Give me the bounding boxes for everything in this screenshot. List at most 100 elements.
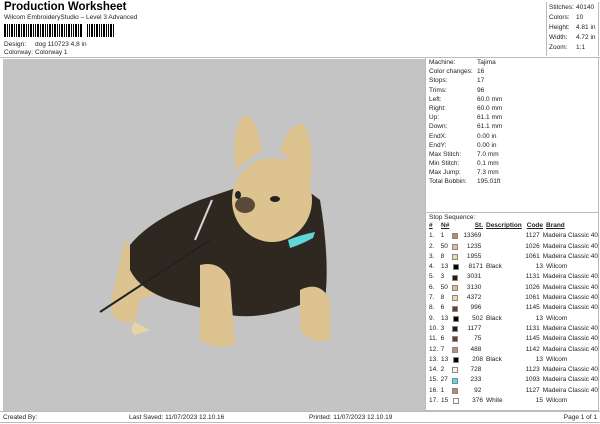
row-index: 5. xyxy=(429,273,435,281)
barcode-bar xyxy=(47,24,48,37)
thread-brand: Madeira Classic 40 xyxy=(542,335,598,343)
color-swatch xyxy=(452,346,459,353)
info-row: Color changes: 16 xyxy=(426,67,598,76)
printed-date: Printed: 11/07/2023 12.10.19 xyxy=(309,414,393,421)
thread-code: 15 xyxy=(535,397,543,405)
barcode-bar xyxy=(68,24,70,37)
needle-number: 15 xyxy=(441,397,449,405)
barcode-bar xyxy=(54,24,56,37)
col-description: Description xyxy=(486,222,522,229)
row-index: 6. xyxy=(429,283,435,291)
stitch-count: 1177 xyxy=(467,324,482,332)
row-index: 8. xyxy=(429,304,435,312)
color-swatch xyxy=(453,315,459,322)
stitch-count: 728 xyxy=(470,366,482,374)
needle-number: 13 xyxy=(441,314,449,322)
barcode-bar xyxy=(106,24,107,37)
info-label: Total Bobbin: xyxy=(429,178,467,186)
thread-code: 1061 xyxy=(525,294,540,302)
row-index: 11. xyxy=(429,335,438,343)
info-value: 61.1 mm xyxy=(477,123,503,131)
row-index: 12. xyxy=(429,345,439,353)
barcode-bar xyxy=(30,24,32,37)
info-row: Down: 61.1 mm xyxy=(426,122,598,131)
barcode-bar xyxy=(91,24,93,37)
footer: Created By: Last Saved: 11/07/2023 12.10… xyxy=(0,411,600,423)
info-value: 4.81 in xyxy=(576,24,596,31)
table-row: 6. 50 3130 1026 Madeira Classic 40 xyxy=(426,283,598,293)
info-label: Zoom: xyxy=(549,44,568,51)
col-code: Code xyxy=(526,222,543,229)
table-row: 4. 13 8171 Black 13 Wilcom xyxy=(426,262,598,272)
info-label: Down: xyxy=(429,123,448,131)
thread-brand: Wilcom xyxy=(546,263,568,271)
table-row: 3. 8 1955 1061 Madeira Classic 40 xyxy=(426,252,598,262)
thread-code: 1131 xyxy=(525,273,540,281)
stitch-count: 488 xyxy=(470,345,482,353)
stitch-count: 376 xyxy=(472,397,483,405)
thread-brand: Madeira Classic 40 xyxy=(542,283,598,291)
stitch-count: 233 xyxy=(470,376,482,384)
info-value: 0.00 in xyxy=(477,141,497,149)
info-label: Min Stitch: xyxy=(429,160,460,168)
thread-code: 13 xyxy=(535,314,543,322)
barcode-bar xyxy=(66,24,67,37)
barcode-bar xyxy=(103,24,105,37)
info-row: Height: 4.81 in xyxy=(549,23,598,33)
table-row: 15. 27 233 1093 Madeira Classic 40 xyxy=(426,375,598,385)
design-label: Design: xyxy=(4,41,27,48)
thread-code: 1026 xyxy=(525,283,540,291)
row-index: 9. xyxy=(429,314,435,322)
needle-number: 1 xyxy=(440,232,445,240)
info-row: Width: 4.72 in xyxy=(549,33,598,43)
page-title: Production Worksheet xyxy=(4,1,127,13)
thread-brand: Madeira Classic 40 xyxy=(542,242,598,250)
info-row: Up: 61.1 mm xyxy=(426,113,598,122)
needle-number: 3 xyxy=(440,324,445,332)
needle-number: 13 xyxy=(441,263,449,271)
barcode-bar xyxy=(64,24,65,37)
stitch-count: 8171 xyxy=(468,263,483,271)
barcode-bar xyxy=(99,24,100,37)
info-row: Stitches: 40140 xyxy=(549,3,598,13)
info-row: Max Jump: 7.3 mm xyxy=(426,168,598,177)
col-index: # xyxy=(429,222,433,229)
barcode-bar xyxy=(4,24,6,37)
needle-number: 7 xyxy=(440,345,445,353)
info-label: Right: xyxy=(429,104,446,112)
info-label: Up: xyxy=(429,114,440,122)
barcode-bar xyxy=(75,24,77,37)
table-row: 8. 6 996 1145 Madeira Classic 40 xyxy=(426,303,598,313)
info-value: 60.0 mm xyxy=(477,95,503,103)
info-value: 1:1 xyxy=(576,44,586,51)
thread-brand: Madeira Classic 40 xyxy=(542,304,598,312)
embroidery-dog-image xyxy=(99,115,330,347)
table-header: # N# St. Description Code Brand xyxy=(426,221,598,231)
needle-number: 2 xyxy=(440,366,445,374)
info-value: 16 xyxy=(477,68,485,76)
info-value: 0.1 mm xyxy=(477,160,499,168)
thread-code: 1127 xyxy=(525,386,540,394)
color-swatch xyxy=(452,274,459,281)
info-label: Machine: xyxy=(429,59,456,66)
stop-sequence-table: # N# St. Description Code Brand 1. 1 13369… xyxy=(426,221,598,406)
thread-code: 1142 xyxy=(525,345,540,353)
col-needle: N# xyxy=(441,222,450,229)
barcode-bar xyxy=(78,24,79,37)
color-swatch xyxy=(452,254,459,261)
info-row: Max Stitch: 7.0 mm xyxy=(426,150,598,159)
stitch-count: 1955 xyxy=(466,252,482,260)
info-row: Stops: 17 xyxy=(426,76,598,85)
info-label: EndX: xyxy=(429,132,447,140)
thread-brand: Madeira Classic 40 xyxy=(542,294,598,302)
thread-brand: Wilcom xyxy=(546,397,568,405)
color-swatch xyxy=(452,387,459,394)
barcode-bar xyxy=(61,24,63,37)
col-stitches: St. xyxy=(474,222,483,229)
info-value: 7.0 mm xyxy=(477,150,499,158)
barcode-bar xyxy=(40,24,41,37)
info-row: EndX: 0.00 in xyxy=(426,132,598,141)
row-index: 16. xyxy=(429,386,439,394)
row-index: 4. xyxy=(429,263,435,271)
needle-number: 50 xyxy=(440,242,448,250)
